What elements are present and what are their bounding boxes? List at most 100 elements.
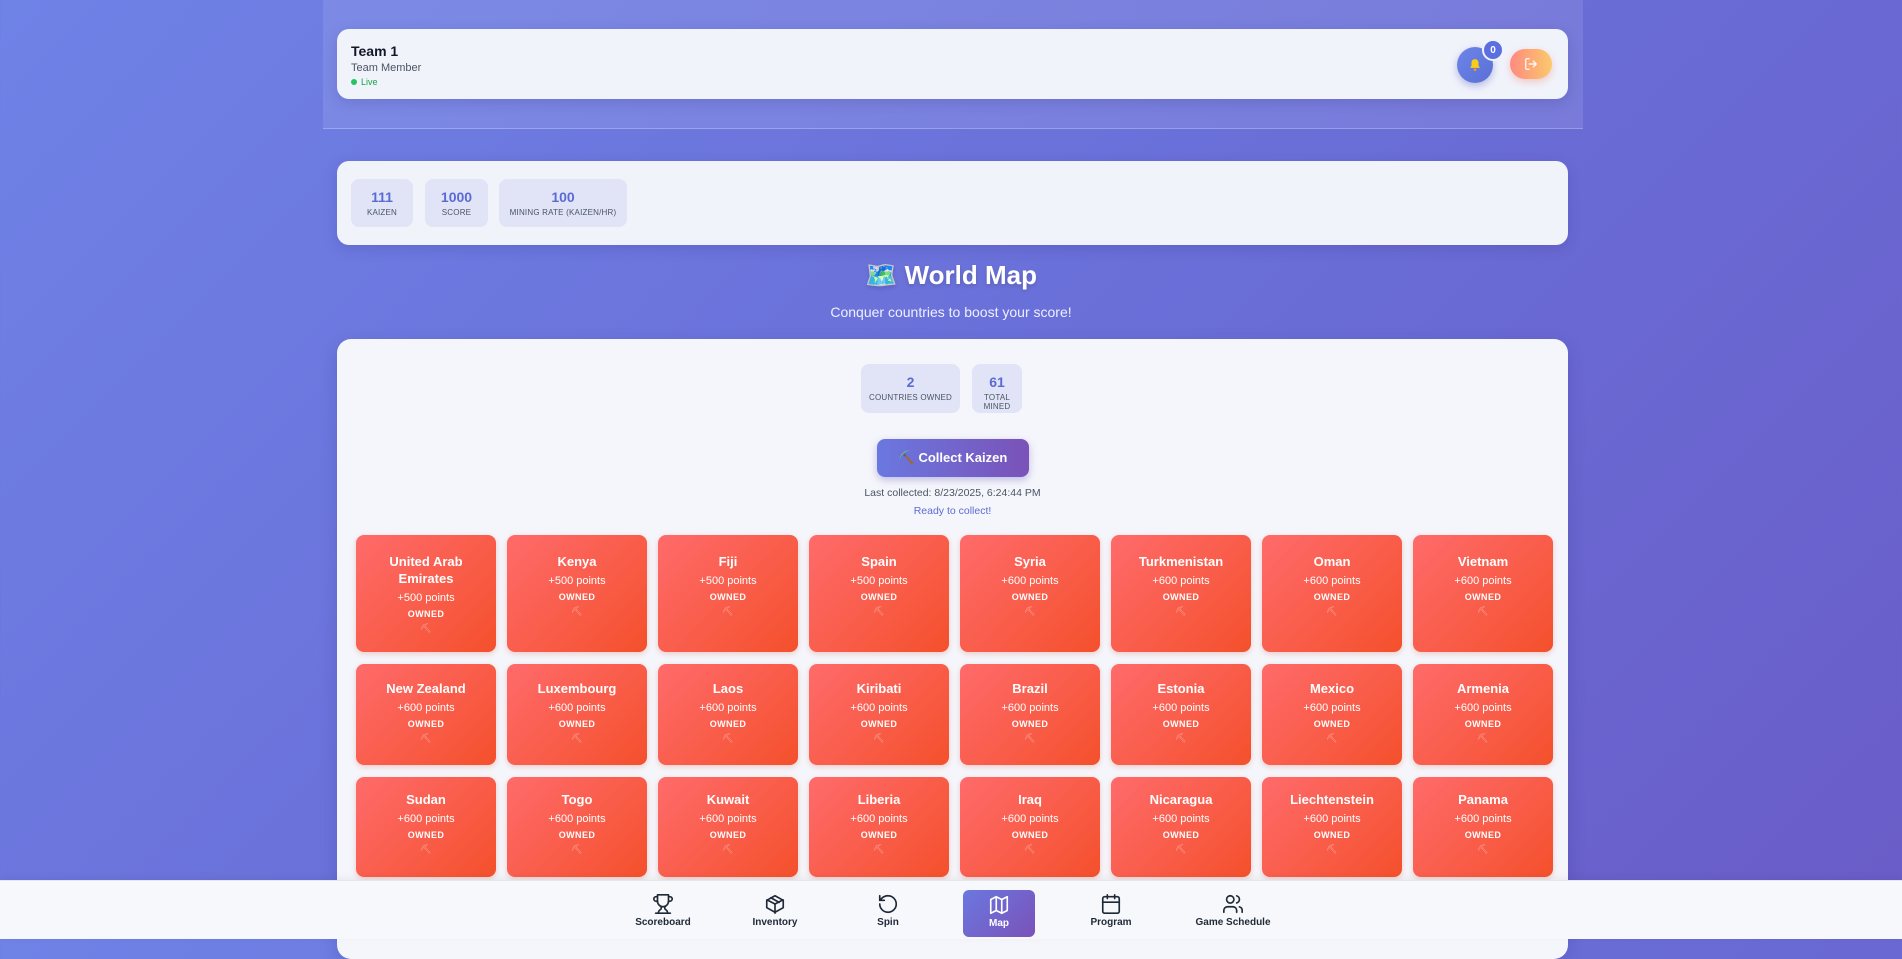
country-points: +600 points bbox=[699, 813, 757, 825]
country-card[interactable]: Kiribati +600 points OWNED ⛏ bbox=[809, 664, 949, 765]
nav-inventory[interactable]: Inventory bbox=[735, 889, 815, 933]
country-points: +500 points bbox=[850, 575, 908, 587]
country-points: +600 points bbox=[397, 813, 455, 825]
live-label: Live bbox=[361, 77, 378, 87]
country-points: +600 points bbox=[1152, 575, 1210, 587]
country-card[interactable]: Fiji +500 points OWNED ⛏ bbox=[658, 535, 798, 652]
country-card[interactable]: Togo +600 points OWNED ⛏ bbox=[507, 777, 647, 877]
team-name: Team 1 bbox=[351, 43, 399, 59]
country-points: +600 points bbox=[850, 702, 908, 714]
country-status: OWNED bbox=[1162, 830, 1200, 840]
pickaxe-icon: ⛏ bbox=[722, 733, 734, 743]
country-points: +600 points bbox=[548, 813, 606, 825]
nav-scoreboard[interactable]: Scoreboard bbox=[623, 889, 703, 933]
nav-game-schedule[interactable]: Game Schedule bbox=[1193, 889, 1273, 933]
country-card[interactable]: Syria +600 points OWNED ⛏ bbox=[960, 535, 1100, 652]
stats-card: 111 KAIZEN 1000 SCORE 100 MINING RATE (K… bbox=[337, 161, 1568, 245]
pickaxe-icon: ⛏ bbox=[1175, 844, 1187, 854]
country-status: OWNED bbox=[407, 719, 445, 729]
country-points: +500 points bbox=[699, 575, 757, 587]
country-status: OWNED bbox=[558, 719, 596, 729]
header-card: Team 1 Team Member Live 0 bbox=[337, 29, 1568, 99]
pickaxe-icon: ⛏ bbox=[873, 844, 885, 854]
country-status: OWNED bbox=[709, 719, 747, 729]
country-points: +600 points bbox=[1303, 575, 1361, 587]
stat-value: 2 bbox=[906, 374, 915, 390]
country-card[interactable]: Kenya +500 points OWNED ⛏ bbox=[507, 535, 647, 652]
pickaxe-icon: ⛏ bbox=[1477, 844, 1489, 854]
country-card[interactable]: Turkmenistan +600 points OWNED ⛏ bbox=[1111, 535, 1251, 652]
nav-program[interactable]: Program bbox=[1071, 889, 1151, 933]
pickaxe-icon: ⛏ bbox=[722, 844, 734, 854]
collect-kaizen-button[interactable]: ⛏️ Collect Kaizen bbox=[877, 439, 1029, 477]
pickaxe-icon: ⛏ bbox=[571, 733, 583, 743]
country-card[interactable]: Mexico +600 points OWNED ⛏ bbox=[1262, 664, 1402, 765]
pickaxe-icon: ⛏ bbox=[1175, 606, 1187, 616]
box-icon bbox=[765, 894, 785, 914]
country-points: +600 points bbox=[699, 702, 757, 714]
country-name: Kiribati bbox=[856, 681, 902, 696]
country-card[interactable]: Oman +600 points OWNED ⛏ bbox=[1262, 535, 1402, 652]
country-status: OWNED bbox=[860, 719, 898, 729]
country-status: OWNED bbox=[1011, 830, 1049, 840]
country-card[interactable]: Kuwait +600 points OWNED ⛏ bbox=[658, 777, 798, 877]
country-points: +600 points bbox=[548, 702, 606, 714]
country-card[interactable]: Sudan +600 points OWNED ⛏ bbox=[356, 777, 496, 877]
country-name: Sudan bbox=[406, 792, 446, 807]
country-points: +500 points bbox=[397, 592, 455, 604]
country-name: Fiji bbox=[718, 554, 738, 569]
country-card[interactable]: Iraq +600 points OWNED ⛏ bbox=[960, 777, 1100, 877]
last-collected-text: Last collected: 8/23/2025, 6:24:44 PM bbox=[864, 487, 1041, 499]
country-points: +600 points bbox=[1454, 813, 1512, 825]
nav-map[interactable]: Map bbox=[963, 890, 1035, 937]
country-points: +600 points bbox=[850, 813, 908, 825]
pickaxe-icon: ⛏ bbox=[420, 733, 432, 743]
country-card[interactable]: Panama +600 points OWNED ⛏ bbox=[1413, 777, 1553, 877]
notification-count-badge: 0 bbox=[1482, 39, 1504, 61]
users-icon bbox=[1223, 894, 1243, 914]
team-role: Team Member bbox=[351, 62, 422, 74]
map-icon bbox=[989, 895, 1009, 915]
nav-spin[interactable]: Spin bbox=[848, 889, 928, 933]
country-card[interactable]: Nicaragua +600 points OWNED ⛏ bbox=[1111, 777, 1251, 877]
country-card[interactable]: Armenia +600 points OWNED ⛏ bbox=[1413, 664, 1553, 765]
map-card: 2 COUNTRIES OWNED 61 TOTAL MINED ⛏️ Coll… bbox=[337, 339, 1568, 959]
country-status: OWNED bbox=[1313, 592, 1351, 602]
rotate-icon bbox=[878, 894, 898, 914]
country-card[interactable]: Estonia +600 points OWNED ⛏ bbox=[1111, 664, 1251, 765]
pickaxe-icon: ⛏ bbox=[722, 606, 734, 616]
country-card[interactable]: New Zealand +600 points OWNED ⛏ bbox=[356, 664, 496, 765]
country-status: OWNED bbox=[1464, 830, 1502, 840]
stat-label: TOTAL MINED bbox=[983, 393, 1011, 411]
nav-label: Inventory bbox=[752, 917, 798, 928]
pickaxe-icon: ⛏ bbox=[571, 606, 583, 616]
country-status: OWNED bbox=[1313, 719, 1351, 729]
country-points: +600 points bbox=[1454, 702, 1512, 714]
country-card[interactable]: Brazil +600 points OWNED ⛏ bbox=[960, 664, 1100, 765]
country-card[interactable]: Liechtenstein +600 points OWNED ⛏ bbox=[1262, 777, 1402, 877]
country-points: +600 points bbox=[1152, 813, 1210, 825]
country-card[interactable]: Laos +600 points OWNED ⛏ bbox=[658, 664, 798, 765]
country-points: +600 points bbox=[1454, 575, 1512, 587]
country-name: Liechtenstein bbox=[1290, 792, 1374, 807]
country-status: OWNED bbox=[1464, 719, 1502, 729]
calendar-icon bbox=[1101, 894, 1121, 914]
country-card[interactable]: Liberia +600 points OWNED ⛏ bbox=[809, 777, 949, 877]
country-name: Iraq bbox=[1018, 792, 1042, 807]
country-card[interactable]: Vietnam +600 points OWNED ⛏ bbox=[1413, 535, 1553, 652]
country-name: Luxembourg bbox=[537, 681, 617, 696]
stat-mining-rate: 100 MINING RATE (KAIZEN/HR) bbox=[499, 179, 627, 227]
country-status: OWNED bbox=[1011, 719, 1049, 729]
country-name: Spain bbox=[861, 554, 897, 569]
country-status: OWNED bbox=[1464, 592, 1502, 602]
nav-label: Game Schedule bbox=[1195, 917, 1271, 928]
logout-button[interactable] bbox=[1510, 49, 1552, 79]
pickaxe-icon: ⛏ bbox=[420, 623, 432, 633]
country-card[interactable]: Spain +500 points OWNED ⛏ bbox=[809, 535, 949, 652]
country-card[interactable]: United Arab Emirates +500 points OWNED ⛏ bbox=[356, 535, 496, 652]
country-card[interactable]: Luxembourg +600 points OWNED ⛏ bbox=[507, 664, 647, 765]
country-name: Armenia bbox=[1456, 681, 1510, 696]
country-name: New Zealand bbox=[386, 681, 466, 696]
pickaxe-icon: ⛏ bbox=[1326, 733, 1338, 743]
nav-label: Program bbox=[1090, 917, 1132, 928]
